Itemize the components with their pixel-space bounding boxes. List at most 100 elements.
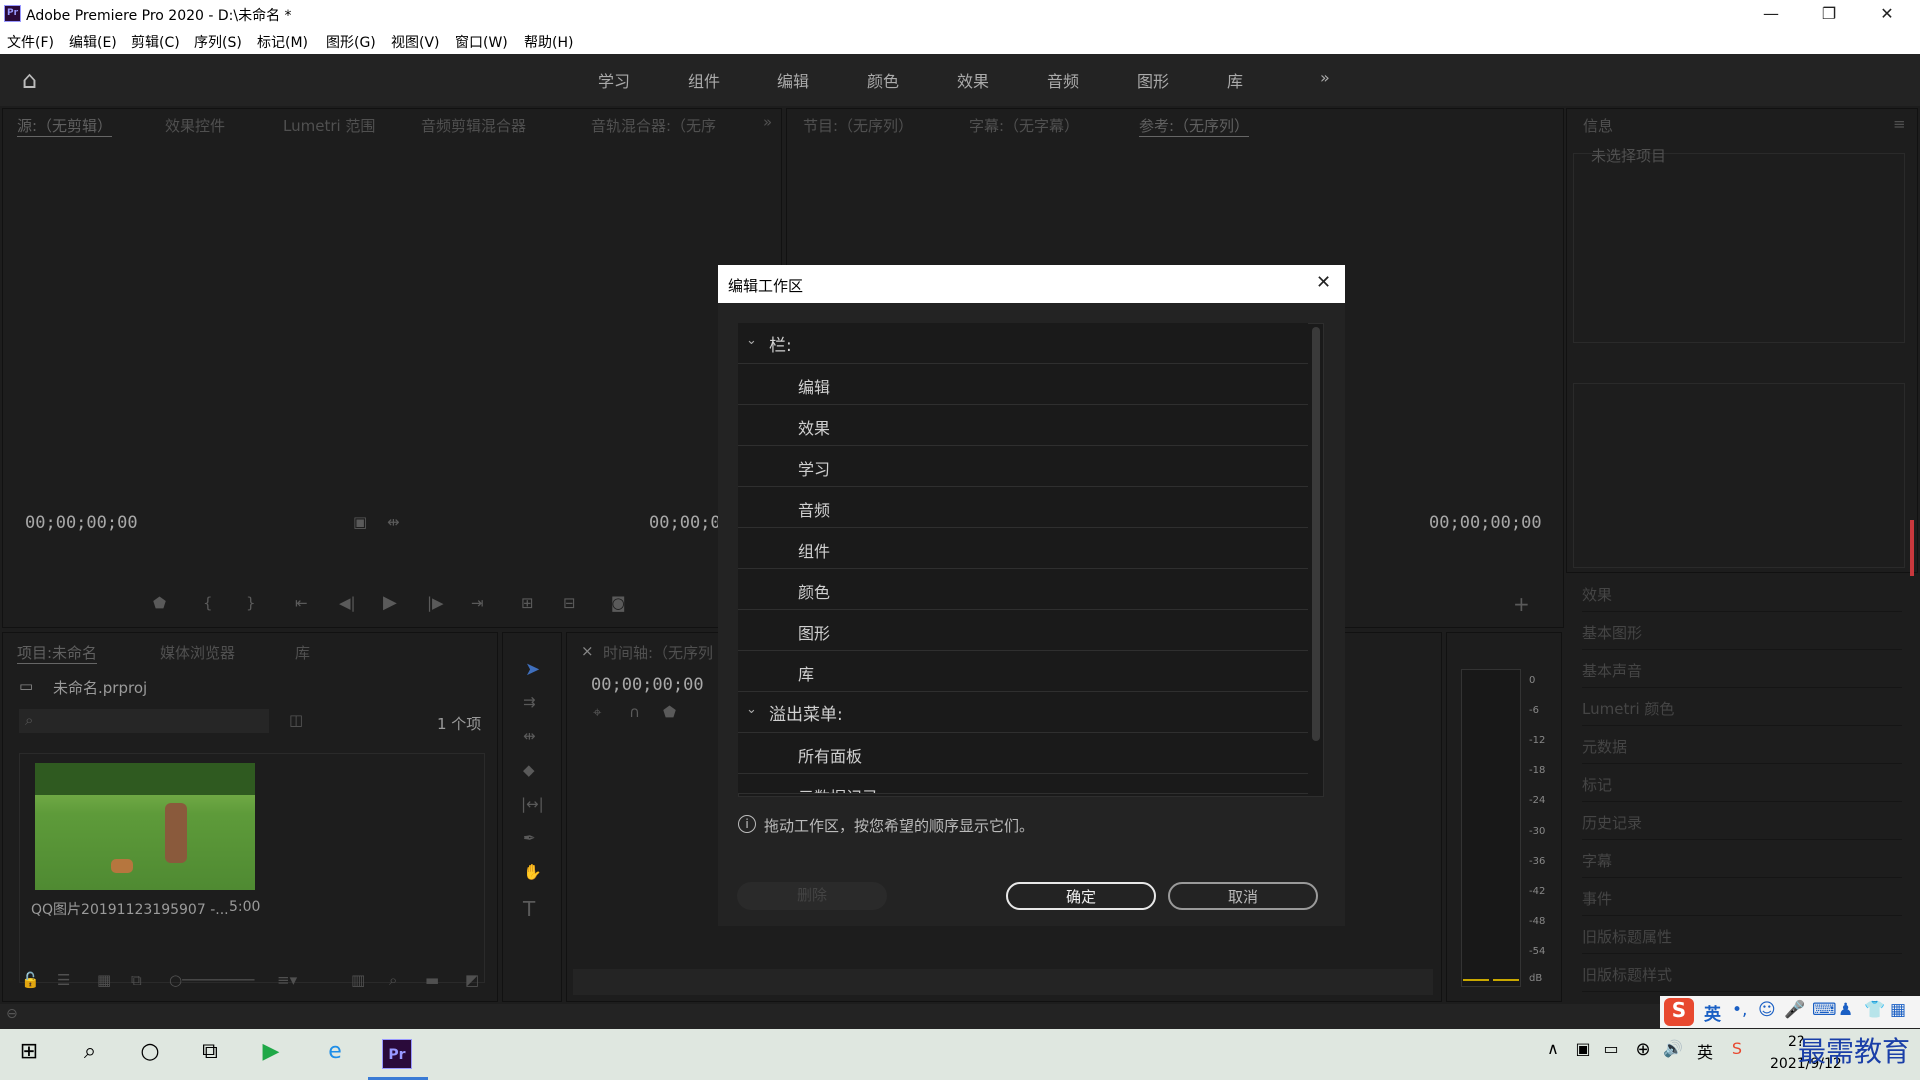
tab-project[interactable]: 项目:未命名	[17, 642, 98, 664]
workspace-list-scrollbar[interactable]	[1312, 327, 1320, 741]
new-bin-bottom-icon[interactable]: ▬	[425, 971, 439, 989]
type-tool-icon[interactable]: T	[523, 897, 535, 921]
linked-selection-icon[interactable]: ∩	[629, 703, 640, 721]
keyboard-icon[interactable]: ⌨	[1812, 1000, 1837, 1020]
side-panel-markers[interactable]: 标记	[1582, 766, 1902, 802]
menu-clip[interactable]: 剪辑(C)	[131, 32, 180, 52]
cancel-button[interactable]: 取消	[1168, 882, 1318, 910]
workspace-color[interactable]: 颜色	[867, 68, 899, 92]
list-item[interactable]: 图形	[738, 610, 1308, 651]
razor-tool-icon[interactable]: ◆	[523, 761, 535, 779]
ripple-edit-tool-icon[interactable]: ⇹	[523, 727, 536, 745]
new-item-icon[interactable]: ◩	[465, 971, 479, 989]
tab-timeline[interactable]: 时间轴:（无序列	[603, 642, 713, 663]
side-panel-essential-graphics[interactable]: 基本图形	[1582, 614, 1902, 650]
export-frame-icon[interactable]: ◙	[611, 594, 626, 612]
go-to-out-icon[interactable]: ⇥	[471, 594, 484, 612]
volume-icon[interactable]: 🔊	[1658, 1039, 1688, 1069]
side-panel-captions[interactable]: 字幕	[1582, 842, 1902, 878]
project-search-input[interactable]	[19, 709, 269, 733]
play-icon[interactable]: ▶	[383, 592, 397, 613]
windows-start-icon[interactable]: ⊞	[14, 1039, 44, 1069]
workspace-libraries[interactable]: 库	[1227, 68, 1243, 92]
mic-icon[interactable]: 🎤	[1784, 1000, 1805, 1020]
delete-button[interactable]: 删除	[737, 882, 887, 910]
menu-sequence[interactable]: 序列(S)	[194, 32, 242, 52]
battery-icon[interactable]: ▭	[1596, 1039, 1626, 1069]
workspace-graphics[interactable]: 图形	[1137, 68, 1169, 92]
find-icon[interactable]: ⌕	[389, 971, 397, 989]
group-bar[interactable]: ⌄ 栏:	[738, 323, 1308, 364]
settings-icon[interactable]: ▣	[353, 513, 367, 531]
tab-audio-track-mixer[interactable]: 音轨混合器:（无序	[591, 115, 716, 136]
overwrite-icon[interactable]: ⊟	[563, 594, 576, 612]
search-icon[interactable]: ⌕	[75, 1039, 105, 1069]
step-back-icon[interactable]: ◀|	[339, 594, 356, 612]
slip-tool-icon[interactable]: |↔|	[521, 795, 544, 813]
sogou-tray-icon[interactable]: S	[1722, 1039, 1752, 1069]
menu-edit[interactable]: 编辑(E)	[69, 32, 117, 52]
menu-marker[interactable]: 标记(M)	[257, 32, 308, 52]
punctuation-icon[interactable]: •,	[1732, 1000, 1747, 1020]
minimize-icon[interactable]: —	[1742, 0, 1800, 28]
menu-file[interactable]: 文件(F)	[7, 32, 54, 52]
side-panel-metadata[interactable]: 元数据	[1582, 728, 1902, 764]
icon-view-icon[interactable]: ▦	[97, 971, 111, 989]
menu-window[interactable]: 窗口(W)	[455, 32, 508, 52]
group-overflow-menu[interactable]: ⌄ 溢出菜单:	[738, 692, 1308, 733]
list-item[interactable]: 音频	[738, 487, 1308, 528]
add-marker-icon[interactable]: ⬟	[153, 594, 166, 612]
video-player-icon[interactable]: ▶	[256, 1039, 286, 1069]
insert-icon[interactable]: ⊞	[521, 594, 534, 612]
tab-captions[interactable]: 字幕:（无字幕）	[969, 115, 1079, 136]
tab-audio-clip-mixer[interactable]: 音频剪辑混合器	[421, 115, 526, 136]
workspace-learn[interactable]: 学习	[598, 68, 630, 92]
sort-icon[interactable]: ≡▾	[277, 971, 297, 989]
side-panel-essential-sound[interactable]: 基本声音	[1582, 652, 1902, 688]
list-item[interactable]: 编辑	[738, 364, 1308, 405]
freeform-view-icon[interactable]: ⧉	[131, 971, 142, 989]
menu-view[interactable]: 视图(V)	[391, 32, 440, 52]
workspace-assembly[interactable]: 组件	[688, 68, 720, 92]
tab-lumetri-scopes[interactable]: Lumetri 范围	[283, 115, 375, 136]
menu-help[interactable]: 帮助(H)	[524, 32, 573, 52]
tab-media-browser[interactable]: 媒体浏览器	[160, 642, 235, 663]
workspace-editing[interactable]: 编辑	[777, 68, 809, 92]
hand-tool-icon[interactable]: ✋	[523, 863, 542, 881]
list-item[interactable]: 组件	[738, 528, 1308, 569]
selection-tool-icon[interactable]: ➤	[525, 659, 540, 680]
premiere-taskbar-icon[interactable]: Pr	[382, 1039, 412, 1069]
track-select-tool-icon[interactable]: ⇉	[523, 693, 536, 711]
tab-info[interactable]: 信息	[1583, 115, 1613, 136]
go-to-in-icon[interactable]: ⇤	[295, 594, 308, 612]
clip-thumbnail[interactable]	[35, 763, 255, 890]
tray-app-icon[interactable]: ▣	[1568, 1039, 1598, 1069]
tab-libraries[interactable]: 库	[295, 642, 310, 663]
lock-icon[interactable]: 🔓	[21, 971, 40, 989]
workspace-effects[interactable]: 效果	[957, 68, 989, 92]
mark-in-icon[interactable]: {	[203, 594, 213, 612]
user-icon[interactable]: ♟	[1838, 1000, 1853, 1020]
ok-button[interactable]: 确定	[1006, 882, 1156, 910]
ime-mode[interactable]: 英	[1704, 1000, 1721, 1025]
list-item[interactable]: 效果	[738, 405, 1308, 446]
add-marker-timeline-icon[interactable]: ⬟	[663, 703, 676, 721]
automate-icon[interactable]: ▥	[351, 971, 365, 989]
panel-overflow-icon[interactable]: »	[763, 113, 772, 131]
pen-tool-icon[interactable]: ✒	[523, 829, 536, 847]
home-icon[interactable]: ⌂	[22, 66, 37, 94]
browser-icon[interactable]: e	[320, 1039, 350, 1069]
snap-icon[interactable]: ⌖	[593, 703, 601, 721]
side-panel-events[interactable]: 事件	[1582, 880, 1902, 916]
ime-tray-icon[interactable]: 英	[1690, 1039, 1720, 1069]
dialog-close-icon[interactable]: ✕	[1316, 272, 1331, 293]
workspace-overflow-icon[interactable]: »	[1320, 68, 1330, 87]
list-item[interactable]: 所有面板	[738, 733, 1308, 774]
drag-video-icon[interactable]: ⇹	[387, 513, 400, 531]
emoji-icon[interactable]: ☺	[1758, 1000, 1776, 1020]
sogou-icon[interactable]: S	[1664, 998, 1694, 1026]
timeline-scrollbar[interactable]	[573, 969, 1433, 995]
step-forward-icon[interactable]: |▶	[427, 594, 444, 612]
list-item[interactable]: 库	[738, 651, 1308, 692]
cortana-icon[interactable]: ○	[135, 1039, 165, 1069]
